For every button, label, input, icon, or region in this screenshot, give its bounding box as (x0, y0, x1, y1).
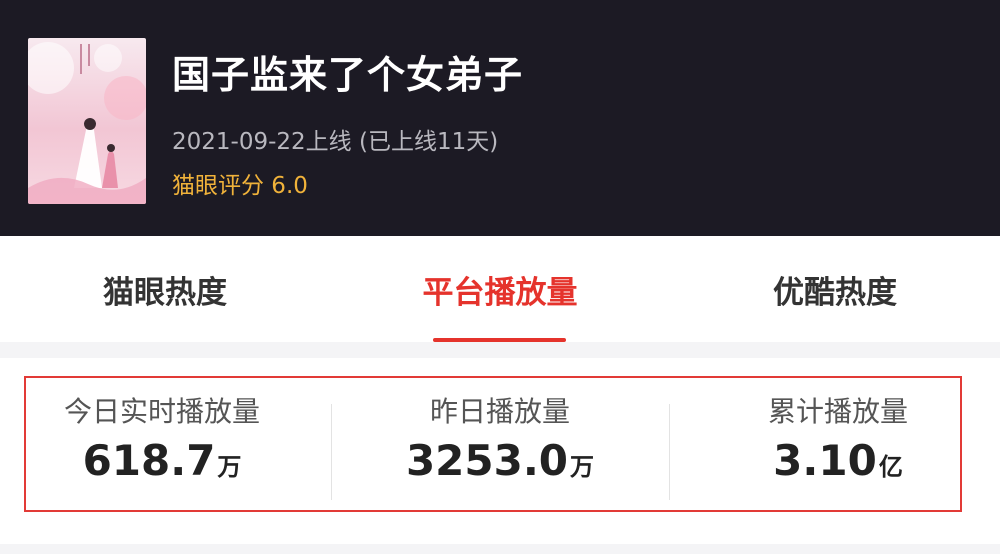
tab-youku-heat[interactable]: 优酷热度 (670, 236, 1000, 342)
stat-value: 3.10亿 (688, 436, 988, 485)
stat-label: 今日实时播放量 (63, 395, 260, 428)
stat-today-realtime: 今日实时播放量 618.7万 (12, 392, 312, 485)
divider (331, 404, 332, 500)
stat-unit: 万 (570, 453, 595, 481)
tab-platform-plays[interactable]: 平台播放量 (330, 236, 670, 342)
release-date: 2021-09-22上线 (已上线11天) (172, 129, 499, 155)
poster-image[interactable] (28, 38, 146, 204)
stat-value: 3253.0万 (350, 436, 650, 485)
poster-artwork (28, 38, 146, 204)
stat-unit: 亿 (878, 453, 903, 481)
tab-bar: 猫眼热度 平台播放量 优酷热度 (0, 236, 1000, 342)
stat-value: 618.7万 (12, 436, 312, 485)
divider (669, 404, 670, 500)
movie-header: 国子监来了个女弟子 2021-09-22上线 (已上线11天) 猫眼评分 6.0 (0, 0, 1000, 236)
stat-cumulative: 累计播放量 3.10亿 (688, 392, 988, 485)
stat-number: 3253.0 (405, 436, 569, 485)
stat-unit: 万 (217, 453, 242, 481)
stat-label: 昨日播放量 (429, 395, 570, 428)
stat-number: 618.7 (82, 436, 216, 485)
page-title: 国子监来了个女弟子 (172, 53, 524, 97)
stat-label: 累计播放量 (767, 395, 908, 428)
active-tab-indicator (433, 338, 566, 342)
tab-maoyan-heat[interactable]: 猫眼热度 (0, 236, 330, 342)
stat-number: 3.10 (773, 436, 877, 485)
maoyan-rating: 猫眼评分 6.0 (172, 173, 308, 199)
stat-yesterday: 昨日播放量 3253.0万 (350, 392, 650, 485)
